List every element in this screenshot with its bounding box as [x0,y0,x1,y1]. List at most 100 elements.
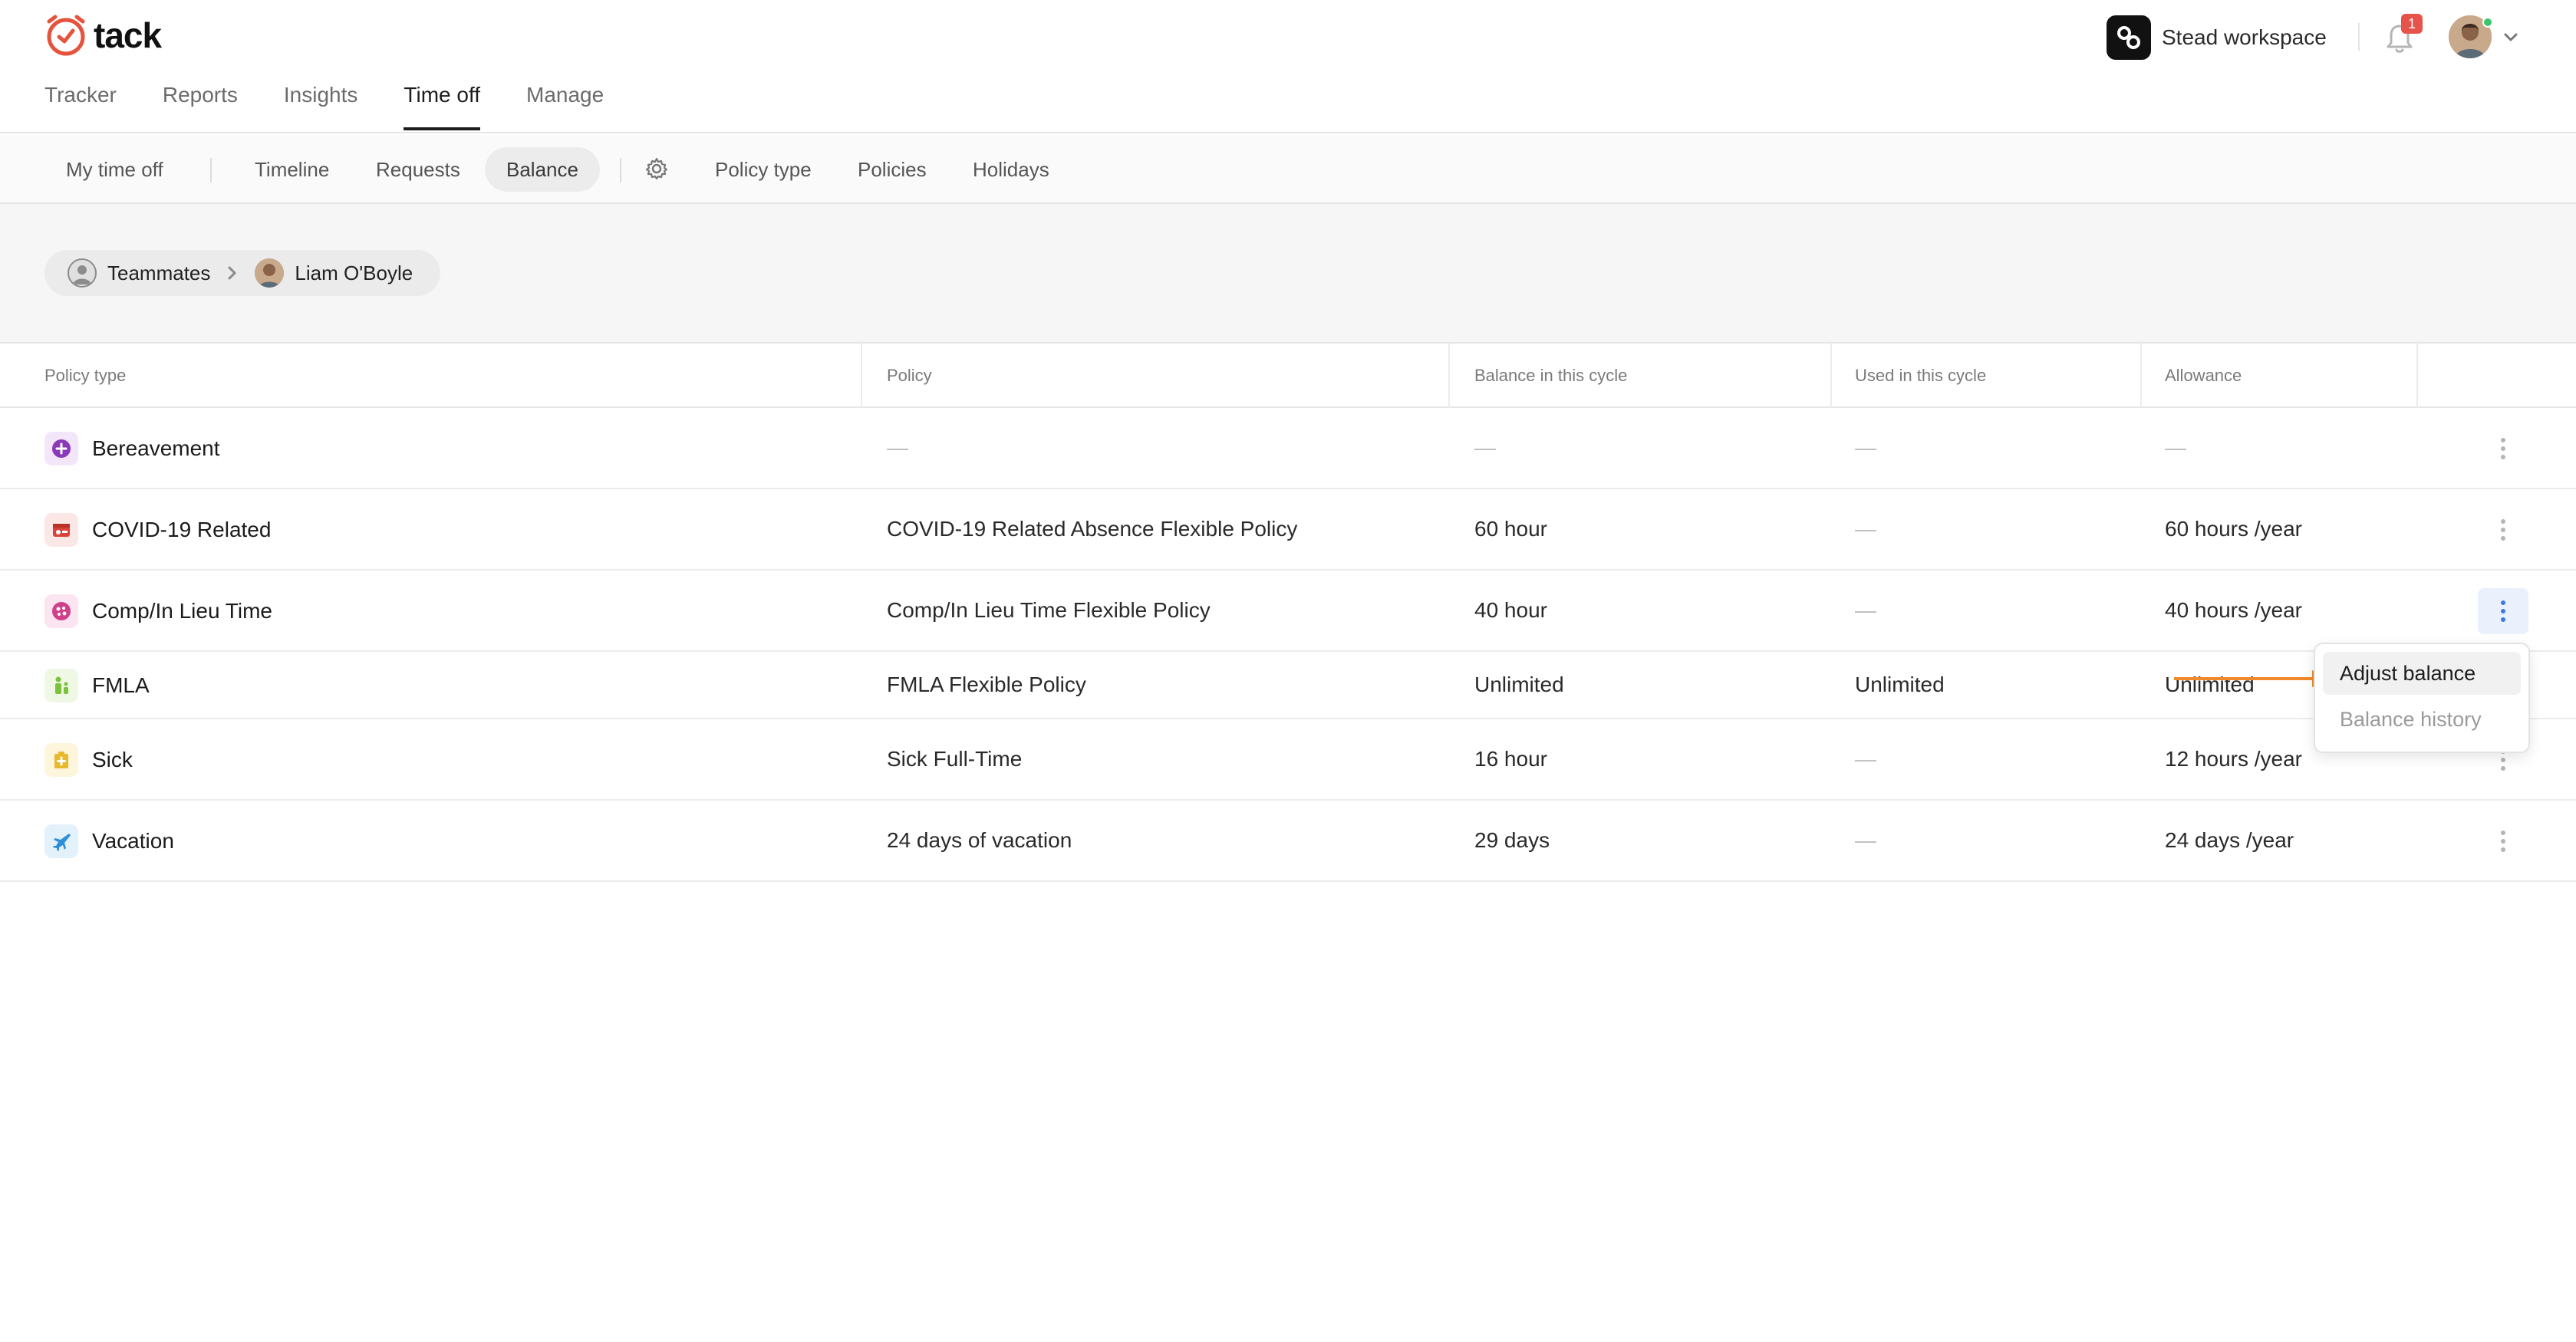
row-actions-menu: Adjust balance Balance history [2314,643,2530,753]
policy-type-label: COVID-19 Related [92,518,272,541]
policy-cell: — [887,436,908,459]
allowance-cell: 12 hours /year [2165,747,2302,771]
used-cell: — [1855,517,1876,541]
table-row: COVID-19 Related COVID-19 Related Absenc… [0,489,2576,571]
table-row: Sick Sick Full-Time 16 hour — 12 hours /… [0,719,2576,801]
allowance-cell: 60 hours /year [2165,517,2302,541]
policy-type-label: Comp/In Lieu Time [92,599,272,623]
tab-tracker[interactable]: Tracker [44,83,117,130]
used-cell: — [1855,747,1876,771]
header-policy: Policy [887,366,932,385]
clock-logo-icon [47,15,85,56]
table-row: Comp/In Lieu Time Comp/In Lieu Time Flex… [0,571,2576,652]
workspace-name: Stead workspace [2162,25,2327,49]
policy-cell: 24 days of vacation [887,828,1072,852]
used-cell: — [1855,436,1876,459]
breadcrumb-teammates[interactable]: Teammates [107,261,210,285]
balance-cell: 60 hour [1474,517,1547,541]
subnav-policies[interactable]: Policies [836,147,948,192]
subnav-policy-type[interactable]: Policy type [693,147,833,192]
breadcrumb-band: Teammates Liam O'Boyle [0,204,2576,344]
teammates-icon [68,258,97,288]
workspace-switcher[interactable]: Stead workspace [2107,15,2327,60]
column-divider [2416,344,2418,408]
tab-reports[interactable]: Reports [163,83,238,130]
sick-icon [44,743,78,777]
subnav-divider [620,158,621,183]
policy-type-label: Vacation [92,829,174,853]
online-status-dot [2482,17,2493,28]
balance-cell: Unlimited [1474,673,1564,696]
column-divider [1448,344,1450,408]
policy-type-label: Bereavement [92,436,220,460]
policy-cell: Sick Full-Time [887,747,1023,771]
used-cell: — [1855,828,1876,852]
tab-insights[interactable]: Insights [284,83,358,130]
gear-icon[interactable] [644,156,669,181]
teammate-avatar [255,258,285,288]
header-divider [2358,23,2360,51]
allowance-cell: 40 hours /year [2165,598,2302,622]
policy-type-cell: Bereavement [44,432,220,465]
policy-type-cell: FMLA [44,669,150,702]
header-balance: Balance in this cycle [1474,366,1628,385]
policy-type-cell: COVID-19 Related [44,513,271,547]
adjust-balance-menu-item[interactable]: Adjust balance [2323,652,2521,695]
policy-type-cell: Vacation [44,824,174,858]
table-header: Policy type Policy Balance in this cycle… [0,344,2576,408]
policy-type-label: FMLA [92,673,150,697]
balance-table: Policy type Policy Balance in this cycle… [0,344,2576,882]
chevron-down-icon[interactable] [2502,29,2519,44]
vacation-icon [44,824,78,858]
balance-history-menu-item[interactable]: Balance history [2323,698,2521,741]
notification-badge: 1 [2401,14,2423,34]
top-header: tack Tracker Reports Insights Time off M… [0,0,2576,133]
logo-text: tack [94,15,162,55]
header-used: Used in this cycle [1855,366,1987,385]
table-row: Bereavement — — — — [0,408,2576,489]
policy-type-label: Sick [92,748,133,771]
policy-type-cell: Sick [44,743,133,777]
covid-icon [44,513,78,547]
column-divider [861,344,862,408]
subnav-divider [210,158,212,183]
breadcrumb-current-user: Liam O'Boyle [295,261,413,285]
app-logo[interactable]: tack [44,14,162,57]
subnav-timeline[interactable]: Timeline [233,147,351,192]
policy-type-cell: Comp/In Lieu Time [44,594,272,628]
balance-cell: 16 hour [1474,747,1547,771]
header-allowance: Allowance [2165,366,2242,385]
header-policy-type: Policy type [44,366,127,385]
balance-cell: 29 days [1474,828,1550,852]
breadcrumb: Teammates Liam O'Boyle [44,250,440,296]
row-more-button[interactable] [2478,507,2528,553]
row-more-button[interactable] [2478,426,2528,472]
row-more-button[interactable] [2478,818,2528,864]
subnav-balance[interactable]: Balance [485,147,600,192]
allowance-cell: — [2165,436,2186,459]
balance-cell: 40 hour [1474,598,1547,622]
policy-cell: FMLA Flexible Policy [887,673,1086,696]
subnav-holidays[interactable]: Holidays [951,147,1071,192]
main-tabs: Tracker Reports Insights Time off Manage [44,83,650,130]
used-cell: — [1855,598,1876,622]
comp-time-icon [44,594,78,628]
tab-time-off[interactable]: Time off [404,83,480,130]
bereavement-icon [44,432,78,465]
allowance-cell: 24 days /year [2165,828,2294,852]
tab-manage[interactable]: Manage [526,83,604,130]
row-more-button-active[interactable] [2478,588,2528,634]
policy-cell: Comp/In Lieu Time Flexible Policy [887,598,1211,622]
chevron-right-icon [228,266,236,280]
fmla-icon [44,669,78,702]
column-divider [2140,344,2142,408]
workspace-icon [2107,15,2151,60]
time-off-subnav: My time off Timeline Requests Balance Po… [0,135,2576,204]
balance-cell: — [1474,436,1496,459]
subnav-my-time-off[interactable]: My time off [44,147,185,192]
column-divider [1830,344,1832,408]
policy-cell: COVID-19 Related Absence Flexible Policy [887,517,1298,541]
annotation-arrow-icon [2174,670,2332,687]
subnav-requests[interactable]: Requests [354,147,482,192]
used-cell: Unlimited [1855,673,1945,696]
